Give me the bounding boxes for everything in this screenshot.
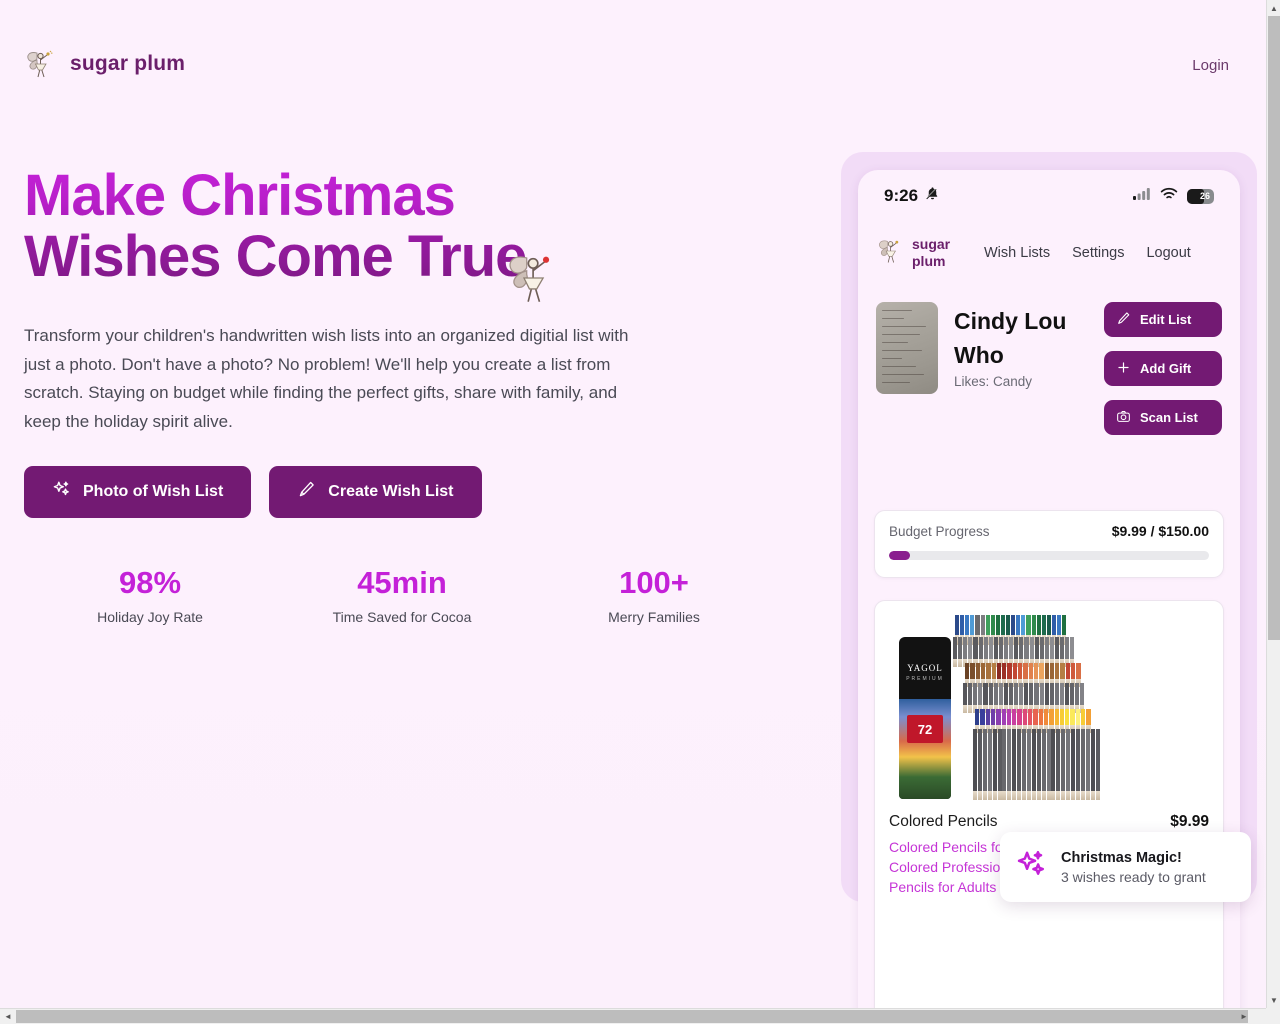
toast-notification[interactable]: Christmas Magic! 3 wishes ready to grant: [1000, 832, 1251, 902]
product-image: YAGOL PREMIUM 72: [887, 613, 1211, 803]
product-card[interactable]: YAGOL PREMIUM 72 Colored Pencils $9.99 C…: [874, 600, 1224, 1008]
bell-muted-icon: [925, 186, 940, 206]
vertical-scrollbar[interactable]: ▲ ▼: [1266, 0, 1280, 1008]
pencil-icon: [1116, 311, 1131, 329]
toast-text: Christmas Magic! 3 wishes ready to grant: [1061, 850, 1206, 885]
brand-name: sugar plum: [70, 52, 186, 75]
horizontal-scrollbar-thumb[interactable]: [16, 1010, 1248, 1023]
tube-count: 72: [907, 715, 943, 743]
profile-action-buttons: Edit List Add Gift Scan List: [1104, 302, 1222, 435]
phone-nav-links: Wish Lists Settings Logout: [984, 245, 1191, 261]
stat-item: 98% Holiday Joy Rate: [24, 563, 276, 625]
hero-subtitle: Transform your children's handwritten wi…: [24, 326, 629, 431]
edit-list-button[interactable]: Edit List: [1104, 302, 1222, 337]
phone-brand-logo[interactable]: sugar plum: [876, 236, 984, 271]
status-time: 9:26: [884, 186, 919, 205]
camera-icon: [1116, 409, 1131, 427]
budget-progress-card: Budget Progress $9.99 / $150.00: [874, 510, 1224, 578]
login-link[interactable]: Login: [1192, 57, 1229, 74]
brand-logo[interactable]: sugar plum: [24, 47, 185, 81]
scrollbar-corner: [1266, 1008, 1280, 1024]
sparkles-icon: [1016, 849, 1048, 886]
phone-status-bar: 9:26 26: [858, 170, 1240, 222]
sparkles-icon: [52, 480, 71, 504]
signal-bars-icon: [1133, 187, 1151, 205]
hero-title-line1: Make Christmas: [24, 165, 684, 226]
tube-brand: YAGOL: [907, 663, 943, 673]
avatar[interactable]: [876, 302, 938, 394]
stat-label: Merry Families: [608, 609, 700, 625]
fairy-icon: [876, 236, 906, 271]
stat-value: 98%: [118, 565, 182, 600]
budget-progress-fill: [889, 551, 911, 560]
create-wish-list-label: Create Wish List: [328, 483, 454, 500]
page-root: sugar plum Login Make Christmas Wishes C…: [0, 0, 1266, 1008]
phone-nav-bar: sugar plum Wish Lists Settings Logout: [858, 222, 1240, 284]
profile-name: Cindy Lou Who: [954, 308, 1067, 368]
add-gift-label: Add Gift: [1140, 361, 1192, 376]
nav-item-settings[interactable]: Settings: [1072, 245, 1124, 261]
wifi-icon: [1160, 187, 1178, 206]
hero-title-line2: Wishes Come True: [24, 226, 684, 287]
phone-brand-name: sugar plum: [912, 236, 951, 269]
nav-item-wish-lists[interactable]: Wish Lists: [984, 245, 1050, 261]
pencil-tube: YAGOL PREMIUM 72: [899, 637, 951, 799]
cta-button-group: Photo of Wish List Create Wish List: [24, 466, 482, 518]
scan-list-label: Scan List: [1140, 410, 1198, 425]
page-title: Make Christmas Wishes Come True: [24, 165, 684, 287]
site-header: sugar plum Login: [0, 0, 1266, 110]
phone-mockup-panel: 9:26 26 sugar plum Wish Lists Settings L…: [841, 152, 1257, 1008]
battery-icon: 26: [1187, 188, 1214, 204]
nav-item-logout[interactable]: Logout: [1146, 245, 1190, 261]
profile-likes: Likes: Candy: [954, 374, 1033, 389]
product-name: Colored Pencils: [889, 813, 998, 830]
battery-level: 26: [1199, 191, 1210, 201]
fairy-icon: [503, 247, 565, 309]
toast-subtitle: 3 wishes ready to grant: [1061, 868, 1206, 885]
stat-label: Time Saved for Cocoa: [332, 609, 472, 625]
stat-value: 45min: [357, 565, 447, 600]
scroll-down-arrow[interactable]: ▼: [1267, 992, 1280, 1008]
product-price: $9.99: [1170, 813, 1209, 830]
stat-item: 100+ Merry Families: [528, 563, 780, 625]
stat-label: Holiday Joy Rate: [97, 609, 203, 625]
toast-title: Christmas Magic!: [1061, 849, 1182, 866]
pencil-icon: [297, 480, 316, 504]
photo-of-wish-list-label: Photo of Wish List: [83, 483, 224, 500]
stat-item: 45min Time Saved for Cocoa: [276, 563, 528, 625]
scan-list-button[interactable]: Scan List: [1104, 400, 1222, 435]
profile-section: Cindy Lou Who Likes: Candy Edit List Add…: [858, 302, 1240, 435]
create-wish-list-button[interactable]: Create Wish List: [269, 466, 482, 518]
horizontal-scrollbar[interactable]: ◄ ►: [0, 1008, 1266, 1024]
budget-label: Budget Progress: [889, 524, 990, 539]
fairy-icon: [24, 47, 58, 81]
profile-details: Cindy Lou Who Likes: Candy: [938, 302, 1104, 435]
plus-icon: [1116, 360, 1131, 378]
scroll-up-arrow[interactable]: ▲: [1267, 0, 1280, 16]
budget-amount: $9.99 / $150.00: [1111, 523, 1209, 539]
stat-value: 100+: [619, 565, 689, 600]
budget-progress-bar: [889, 551, 1209, 560]
edit-list-label: Edit List: [1140, 312, 1192, 327]
photo-of-wish-list-button[interactable]: Photo of Wish List: [24, 466, 252, 518]
stats-row: 98% Holiday Joy Rate 45min Time Saved fo…: [24, 563, 780, 625]
scroll-left-arrow[interactable]: ◄: [0, 1009, 16, 1024]
scroll-right-arrow[interactable]: ►: [1236, 1009, 1252, 1024]
tube-subtitle: PREMIUM: [906, 676, 944, 682]
vertical-scrollbar-thumb[interactable]: [1268, 16, 1280, 640]
add-gift-button[interactable]: Add Gift: [1104, 351, 1222, 386]
